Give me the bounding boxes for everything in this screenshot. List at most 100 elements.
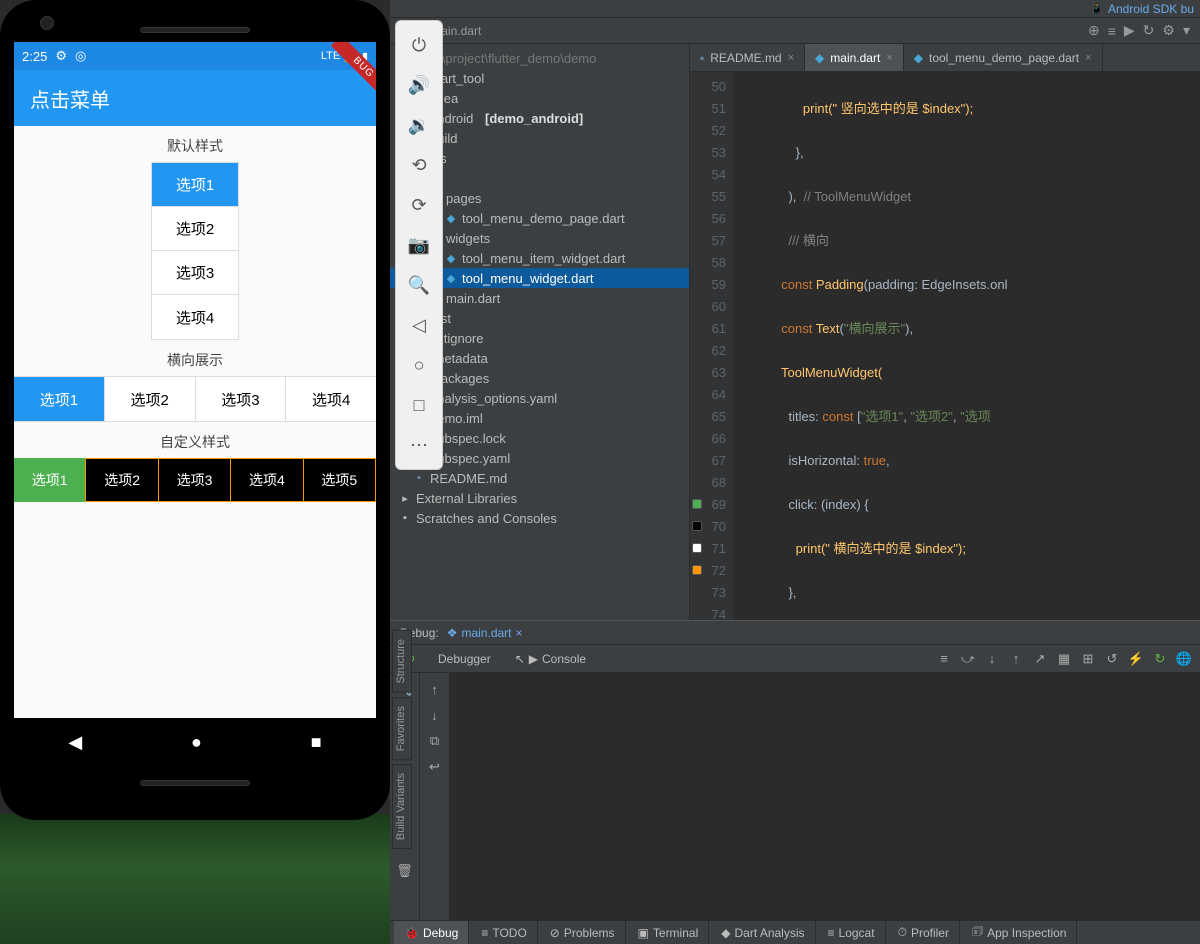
tab-demo-page[interactable]: ◆tool_menu_demo_page.dart× xyxy=(904,44,1103,71)
section-default-title: 默认样式 xyxy=(14,126,376,162)
code-editor[interactable]: 5051525354555657585960616263646566676869… xyxy=(690,72,1200,620)
logcat-icon: ≡ xyxy=(828,926,835,940)
c-menu-item-1[interactable]: 选项1 xyxy=(14,458,86,502)
run-cursor-icon[interactable]: ↗ xyxy=(1030,649,1050,669)
layout-icon[interactable]: ⊞ xyxy=(1078,649,1098,669)
phone-speaker xyxy=(140,27,250,33)
nav-home-icon[interactable]: ● xyxy=(191,732,202,753)
back-icon[interactable]: ◁ xyxy=(401,307,437,343)
step-out-icon[interactable]: ↑ xyxy=(1006,649,1026,669)
section-custom-title: 自定义样式 xyxy=(14,422,376,458)
list-icon[interactable]: ≡ xyxy=(934,649,954,669)
library-icon: ▸ xyxy=(398,492,412,505)
down-icon[interactable]: ↓ xyxy=(425,705,445,725)
gear-icon[interactable]: ⚙ xyxy=(1162,22,1175,39)
sb-terminal[interactable]: ▣Terminal xyxy=(628,921,710,944)
tree-ext-lib[interactable]: ▸External Libraries xyxy=(390,488,689,508)
settings-icon: ⚙ xyxy=(55,48,67,64)
code-area[interactable]: print(" 竖向选中的是 $index"); }, ), // ToolMe… xyxy=(734,72,1200,620)
flutter-icon: ❖ xyxy=(447,626,458,640)
debug-tabs: ↻ Debugger ↖▶Console ≡ ⤻ ↓ ↑ ↗ ▦ ⊞ ↺ ⚡ ↻… xyxy=(390,645,1200,673)
chevron-down-icon[interactable]: ▾ xyxy=(1183,22,1190,39)
devtools-icon[interactable]: 🌐 xyxy=(1174,649,1194,669)
sb-app-inspection[interactable]: 🗊App Inspection xyxy=(962,921,1078,944)
v-menu-item-1[interactable]: 选项1 xyxy=(152,163,238,207)
sb-debug[interactable]: 🐞Debug xyxy=(394,921,469,944)
h-menu-item-1[interactable]: 选项1 xyxy=(14,377,105,421)
console-tab[interactable]: ↖▶Console xyxy=(505,652,596,666)
run-toolbar: ⊕ ≡ ▶ ↻ ⚙ ▾ xyxy=(1088,22,1190,39)
step-into-icon[interactable]: ↓ xyxy=(982,649,1002,669)
c-menu-item-3[interactable]: 选项3 xyxy=(158,458,231,502)
phone-camera-dot xyxy=(40,16,54,30)
build-variants-tab[interactable]: Build Variants xyxy=(392,764,412,849)
rotate-right-icon[interactable]: ⟳ xyxy=(401,187,437,223)
camera-icon[interactable]: 📷 xyxy=(401,227,437,263)
overview-icon[interactable]: □ xyxy=(401,387,437,423)
debugger-tab[interactable]: Debugger xyxy=(428,652,501,666)
c-menu-item-4[interactable]: 选项4 xyxy=(230,458,303,502)
sb-logcat[interactable]: ≡Logcat xyxy=(818,921,886,944)
h-menu-item-4[interactable]: 选项4 xyxy=(286,377,376,421)
v-menu-item-2[interactable]: 选项2 xyxy=(152,207,238,251)
dart-file-icon: ◆ xyxy=(815,51,824,65)
run-icon[interactable]: ▶ xyxy=(1124,22,1135,39)
refresh-icon[interactable]: ↻ xyxy=(1143,22,1155,39)
target-icon[interactable]: ⊕ xyxy=(1088,22,1100,39)
volume-up-icon[interactable]: 🔊 xyxy=(401,67,437,103)
tree-readme[interactable]: ▪README.md xyxy=(390,468,689,488)
zoom-icon[interactable]: 🔍 xyxy=(401,267,437,303)
favorites-tab[interactable]: Favorites xyxy=(392,697,412,760)
app-title: 点击菜单 xyxy=(30,84,110,113)
structure-tab[interactable]: Structure xyxy=(392,630,412,693)
h-menu-item-2[interactable]: 选项2 xyxy=(105,377,196,421)
console-output[interactable] xyxy=(450,673,1200,920)
h-menu-item-3[interactable]: 选项3 xyxy=(196,377,287,421)
v-menu-item-3[interactable]: 选项3 xyxy=(152,251,238,295)
c-menu-item-2[interactable]: 选项2 xyxy=(85,458,158,502)
ide-left-tool-tabs: Structure Favorites Build Variants xyxy=(392,630,412,849)
c-menu-item-5[interactable]: 选项5 xyxy=(303,458,376,502)
breadcrumb: 〉 ◆ main.dart ⊕ ≡ ▶ ↻ ⚙ ▾ xyxy=(390,18,1200,44)
volume-down-icon[interactable]: 🔉 xyxy=(401,107,437,143)
wrap-icon[interactable]: ↩ xyxy=(425,757,445,777)
device-selector[interactable]: Android SDK bu xyxy=(1090,2,1194,16)
power-icon[interactable]: ⏻ xyxy=(401,27,437,63)
profiler-icon: ⏱ xyxy=(898,925,907,940)
sb-profiler[interactable]: ⏱Profiler xyxy=(888,921,960,944)
hot-reload-icon[interactable]: ↻ xyxy=(1150,649,1170,669)
more-icon[interactable]: ⋯ xyxy=(401,427,437,463)
nav-recent-icon[interactable]: ■ xyxy=(311,732,322,753)
debug-run-config[interactable]: ❖main.dart × xyxy=(447,626,523,640)
desktop-wallpaper xyxy=(0,814,390,944)
close-icon[interactable]: × xyxy=(886,52,892,64)
close-icon[interactable]: × xyxy=(516,626,523,640)
tab-main[interactable]: ◆main.dart× xyxy=(805,44,904,71)
terminal-icon: ▣ xyxy=(638,926,649,940)
editor-tabs: ▪README.md× ◆main.dart× ◆tool_menu_demo_… xyxy=(690,44,1200,72)
sync-icon: ◎ xyxy=(75,48,86,64)
android-status-bar: 2:25 ⚙ ◎ LTE 📶 ▮ xyxy=(14,42,376,70)
trash-icon[interactable]: 🗑 xyxy=(395,861,415,881)
stack-icon[interactable]: ≡ xyxy=(1108,23,1116,39)
close-icon[interactable]: × xyxy=(1085,52,1091,64)
sb-problems[interactable]: ⊘Problems xyxy=(540,921,626,944)
step-over-icon[interactable]: ⤻ xyxy=(958,649,978,669)
reload-icon[interactable]: ↺ xyxy=(1102,649,1122,669)
v-menu-item-4[interactable]: 选项4 xyxy=(152,295,238,339)
tab-readme[interactable]: ▪README.md× xyxy=(690,44,805,71)
rotate-left-icon[interactable]: ⟲ xyxy=(401,147,437,183)
calc-icon[interactable]: ▦ xyxy=(1054,649,1074,669)
sb-todo[interactable]: ≡TODO xyxy=(471,921,537,944)
lightning-icon[interactable]: ⚡ xyxy=(1126,649,1146,669)
tree-scratches[interactable]: ▪Scratches and Consoles xyxy=(390,508,689,528)
up-icon[interactable]: ↑ xyxy=(425,679,445,699)
sb-dart-analysis[interactable]: ◆Dart Analysis xyxy=(711,921,815,944)
filter-icon[interactable]: ⧉ xyxy=(425,731,445,751)
emulator-phone-frame: 2:25 ⚙ ◎ LTE 📶 ▮ BUG 点击菜单 默认样式 选项1 选项2 选… xyxy=(0,0,390,820)
editor-column: ▪README.md× ◆main.dart× ◆tool_menu_demo_… xyxy=(690,44,1200,620)
close-icon[interactable]: × xyxy=(788,52,794,64)
home-icon[interactable]: ○ xyxy=(401,347,437,383)
phone-screen: 2:25 ⚙ ◎ LTE 📶 ▮ BUG 点击菜单 默认样式 选项1 选项2 选… xyxy=(14,42,376,766)
nav-back-icon[interactable]: ◀ xyxy=(68,732,82,753)
